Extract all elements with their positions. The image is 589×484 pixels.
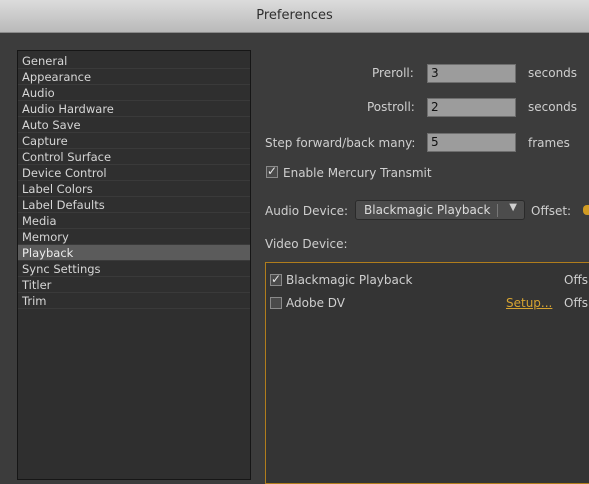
setup-link[interactable]: Setup... [506,296,552,310]
sidebar-item-trim[interactable]: Trim [18,293,250,309]
offset-slider-handle[interactable] [583,205,589,215]
sidebar-item-titler[interactable]: Titler [18,277,250,293]
sidebar-item-auto-save[interactable]: Auto Save [18,117,250,133]
device-offset-label: Offs [564,273,588,287]
device-name: Adobe DV [286,296,346,310]
dropdown-divider [497,204,498,217]
sidebar-item-audio-hardware[interactable]: Audio Hardware [18,101,250,117]
sidebar-item-memory[interactable]: Memory [18,229,250,245]
category-list[interactable]: General Appearance Audio Audio Hardware … [17,50,251,480]
sidebar-item-media[interactable]: Media [18,213,250,229]
preroll-unit: seconds [528,66,578,80]
video-device-list[interactable]: ✓ Blackmagic Playback Offs Adobe DV Setu… [265,262,589,484]
checkmark-icon: ✓ [267,164,278,178]
step-input[interactable]: 5 [427,133,516,152]
postroll-label: Postroll: [367,100,415,114]
sidebar-item-general[interactable]: General [18,53,250,69]
mercury-transmit-checkbox[interactable]: ✓ [266,164,278,178]
audio-device-label: Audio Device: [265,204,349,218]
step-unit: frames [528,136,570,150]
sidebar-item-audio[interactable]: Audio [18,85,250,101]
preroll-label: Preroll: [372,66,414,80]
sidebar-item-appearance[interactable]: Appearance [18,69,250,85]
audio-offset-label: Offset: [531,204,572,218]
sidebar-item-control-surface[interactable]: Control Surface [18,149,250,165]
sidebar-item-capture[interactable]: Capture [18,133,250,149]
device-checkbox[interactable] [270,297,282,309]
window-title: Preferences [256,8,333,23]
postroll-unit: seconds [528,100,578,114]
device-offset-label: Offs [564,296,588,310]
sidebar-item-device-control[interactable]: Device Control [18,165,250,181]
sidebar-item-label-defaults[interactable]: Label Defaults [18,197,250,213]
sidebar-item-sync-settings[interactable]: Sync Settings [18,261,250,277]
sidebar-item-label-colors[interactable]: Label Colors [18,181,250,197]
device-checkbox[interactable]: ✓ [270,272,282,286]
list-item[interactable]: Adobe DV Setup... Offs [266,294,589,316]
list-item[interactable]: ✓ Blackmagic Playback Offs [266,271,589,293]
chevron-down-icon: ▼ [509,202,517,213]
audio-device-value: Blackmagic Playback [364,203,491,217]
checkmark-icon: ✓ [271,272,282,286]
preroll-input[interactable]: 3 [427,64,516,83]
audio-device-select[interactable]: Blackmagic Playback ▼ [355,200,525,220]
step-label: Step forward/back many: [265,136,416,150]
video-device-label: Video Device: [265,237,348,251]
mercury-transmit-label: Enable Mercury Transmit [283,166,432,180]
title-bar: Preferences [0,0,589,33]
postroll-input[interactable]: 2 [427,98,516,117]
sidebar-item-playback[interactable]: Playback [18,245,250,261]
device-name: Blackmagic Playback [286,273,413,287]
